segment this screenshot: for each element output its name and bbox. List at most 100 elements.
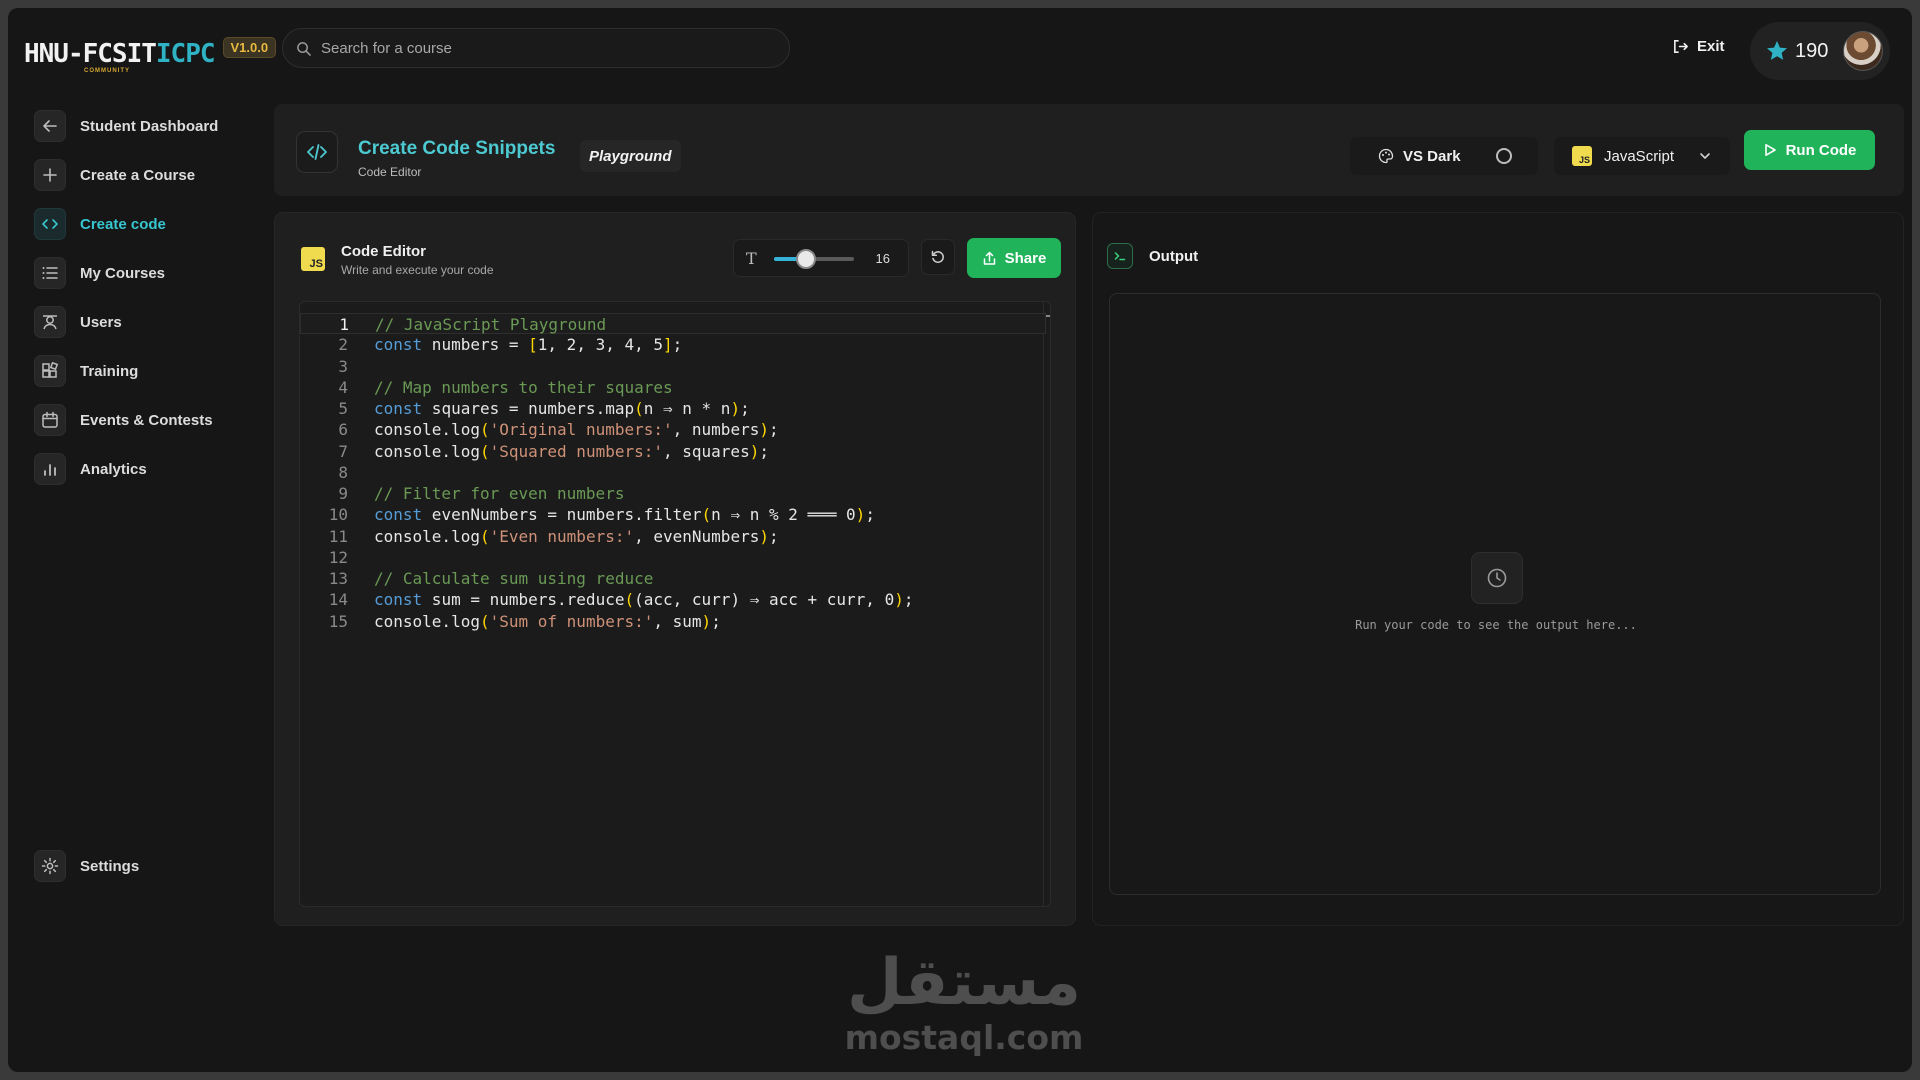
chevron-down-icon [1700, 153, 1710, 159]
share-button[interactable]: Share [967, 238, 1061, 278]
code-line[interactable]: 15 console.log('Sum of numbers:', sum); [300, 611, 1046, 632]
code-token: ; [711, 611, 721, 631]
logo-wordmark: HNU-FCSITICPC [24, 39, 216, 69]
search-input[interactable] [321, 39, 761, 57]
code-token: squares = numbers.map [422, 399, 635, 418]
code-line[interactable]: 10 const evenNumbers = numbers.filter(n ⇒… [300, 504, 1046, 525]
exit-button[interactable]: Exit [1672, 38, 1725, 55]
sidebar-item-label: Create a Course [80, 166, 196, 184]
code-token: // Filter for even numbers [374, 484, 625, 503]
terminal-icon [1107, 243, 1133, 269]
calendar-icon [34, 404, 66, 436]
page-header: Create Code Snippets Code Editor Playgro… [274, 104, 1904, 196]
exit-label: Exit [1697, 38, 1725, 55]
sidebar-item-training[interactable]: Training [34, 354, 138, 388]
sidebar-item-events-contests[interactable]: Events & Contests [34, 403, 213, 437]
user-chip[interactable]: 190 [1750, 22, 1890, 80]
watermark-latin: mostaql.com [844, 1018, 1084, 1057]
code-token: sum = numbers.reduce [422, 590, 625, 610]
code-token: ( [634, 399, 644, 418]
code-token: ) [749, 441, 760, 461]
code-token: // Map numbers to their squares [374, 377, 673, 397]
language-label: JavaScript [1604, 147, 1675, 165]
code-token: n ⇒ n % 2 ═══ 0 [711, 505, 856, 525]
app-window: HNU-FCSITICPC COMMUNITY V1.0.0 Exit 190 … [8, 8, 1912, 1072]
code-token: ) [894, 590, 904, 610]
code-token: ) [759, 420, 769, 440]
code-token: , numbers [672, 420, 760, 440]
code-text: const sum = numbers.reduce((acc, curr) ⇒… [374, 589, 913, 610]
code-token: numbers = [422, 335, 529, 355]
code-token: ; [768, 526, 779, 546]
sidebar-item-label: Analytics [80, 460, 147, 478]
code-line[interactable]: 9 // Filter for even numbers [300, 483, 1046, 504]
output-placeholder: Run your code to see the output here... [1355, 618, 1637, 632]
version-badge: V1.0.0 [222, 37, 277, 58]
language-select[interactable]: JS JavaScript [1554, 137, 1730, 175]
theme-label: VS Dark [1403, 147, 1461, 165]
code-text: console.log('Squared numbers:', squares)… [374, 441, 769, 462]
code-token: (acc, curr) ⇒ acc + curr, 0 [634, 590, 895, 610]
code-text: // JavaScript Playground [375, 314, 606, 335]
code-line[interactable]: 1 // JavaScript Playground [300, 313, 1046, 335]
search-bar[interactable] [282, 28, 790, 68]
code-token: ( [624, 590, 635, 610]
code-token: console.log [374, 611, 480, 631]
brand-logo[interactable]: HNU-FCSITICPC COMMUNITY V1.0.0 [24, 34, 277, 74]
gear-icon [34, 850, 66, 882]
code-line[interactable]: 14 const sum = numbers.reduce((acc, curr)… [300, 589, 1046, 610]
code-line[interactable]: 4 // Map numbers to their squares [300, 377, 1046, 398]
sidebar-item-label: Events & Contests [80, 411, 213, 429]
reset-code-button[interactable] [921, 239, 955, 275]
code-line[interactable]: 12 [300, 547, 1046, 568]
code-text: // Map numbers to their squares [374, 377, 673, 398]
code-input-area[interactable]: 1 // JavaScript Playground 2 const numbers … [299, 301, 1051, 907]
sidebar-item-users[interactable]: Users [34, 305, 122, 339]
theme-toggle[interactable] [1496, 148, 1512, 164]
font-size-slider[interactable] [774, 249, 854, 269]
sidebar-item-student-dashboard[interactable]: Student Dashboard [34, 109, 218, 143]
sidebar-item-create-course[interactable]: Create a Course [34, 158, 195, 192]
code-line[interactable]: 8 [300, 462, 1046, 483]
sidebar-item-analytics[interactable]: Analytics [34, 452, 147, 486]
line-number: 13 [328, 569, 348, 588]
line-number: 4 [338, 377, 348, 397]
line-number: 12 [328, 547, 348, 567]
code-token: // JavaScript Playground [375, 315, 607, 334]
code-token: ( [701, 505, 712, 525]
sidebar-item-settings[interactable]: Settings [34, 849, 139, 883]
code-text: // Filter for even numbers [374, 483, 624, 504]
code-token: 'Even numbers:' [489, 526, 635, 546]
line-number: 5 [338, 399, 348, 418]
code-token: , evenNumbers [634, 526, 760, 546]
code-token: 1, 2, 3, 4, 5 [537, 335, 664, 355]
sidebar-item-label: Settings [80, 857, 140, 875]
code-line[interactable]: 7 console.log('Squared numbers:', squares… [300, 441, 1046, 462]
sidebar-item-label: Student Dashboard [80, 117, 219, 135]
code-token: const [374, 335, 423, 355]
clock-icon [1471, 552, 1523, 604]
line-number: 3 [338, 356, 348, 376]
run-code-button[interactable]: Run Code [1744, 130, 1875, 170]
theme-selector[interactable]: VS Dark [1350, 137, 1538, 175]
code-token: const [374, 399, 423, 418]
play-icon [1764, 144, 1776, 156]
code-line[interactable]: 11 console.log('Even numbers:', evenNumbe… [300, 526, 1046, 547]
code-token: ; [672, 335, 683, 355]
code-line[interactable]: 3 [300, 356, 1046, 377]
sidebar-item-my-courses[interactable]: My Courses [34, 256, 165, 290]
code-line[interactable]: 13 // Calculate sum using reduce [300, 568, 1046, 589]
sidebar-item-label: My Courses [80, 264, 166, 282]
sidebar: Student Dashboard Create a Course Create… [8, 96, 258, 1072]
code-token: ) [730, 399, 741, 418]
code-token: ; [740, 399, 750, 418]
code-line[interactable]: 6 console.log('Original numbers:', number… [300, 419, 1046, 440]
code-text: const numbers = [1, 2, 3, 4, 5]; [374, 334, 682, 355]
code-line[interactable]: 5 const squares = numbers.map(n ⇒ n * n); [300, 398, 1046, 419]
font-size-slider-handle[interactable] [796, 249, 816, 269]
avatar[interactable] [1843, 31, 1883, 71]
code-line[interactable]: 2 const numbers = [1, 2, 3, 4, 5]; [300, 334, 1046, 355]
sidebar-item-create-code[interactable]: Create code [34, 207, 166, 241]
code-text: console.log('Sum of numbers:', sum); [374, 611, 721, 632]
sidebar-item-label: Training [80, 362, 139, 380]
